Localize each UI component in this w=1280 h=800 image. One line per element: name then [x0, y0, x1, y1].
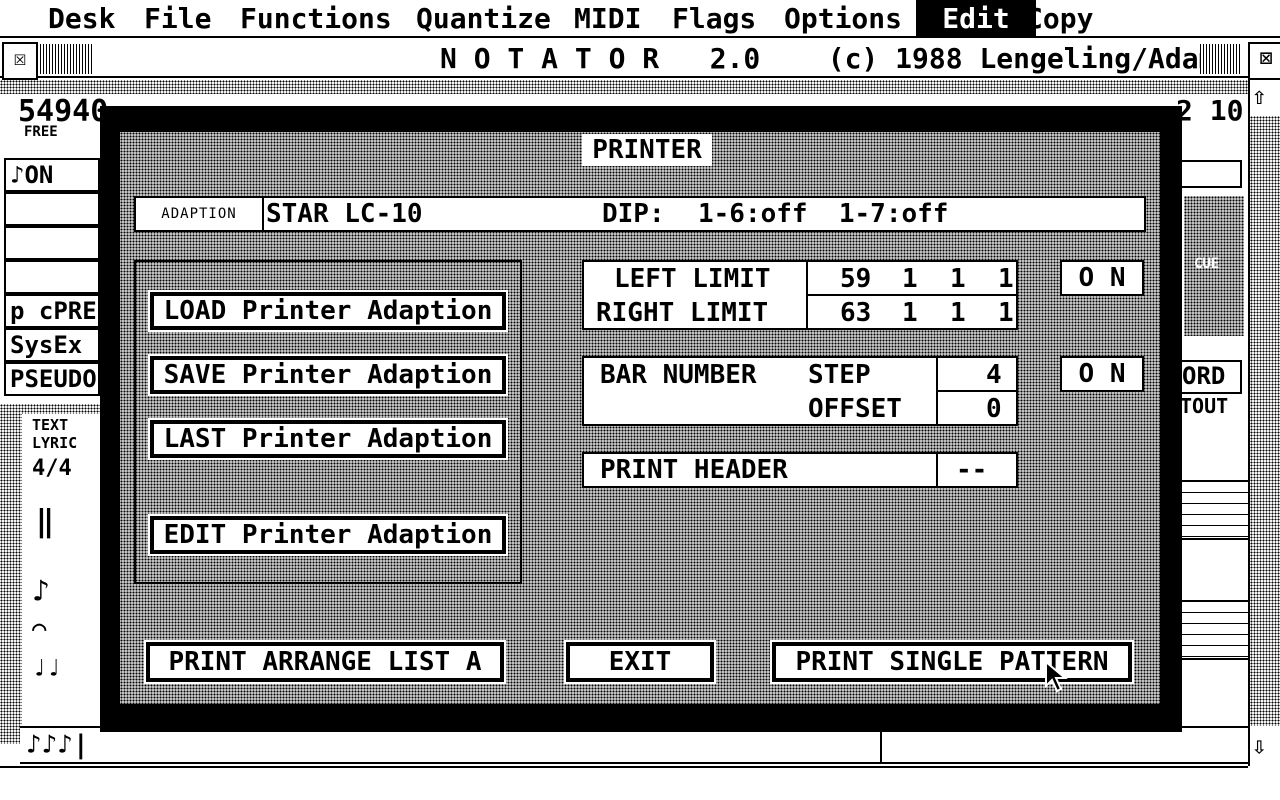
print-header-box: PRINT HEADER -- — [582, 452, 1018, 488]
right-limit-bar[interactable]: 63 — [840, 296, 871, 330]
menu-quantize[interactable]: Quantize — [408, 0, 559, 38]
vertical-scrollbar[interactable]: ⇧ ⇩ — [1248, 80, 1280, 766]
staff-lines — [1180, 600, 1248, 660]
last-printer-adaption-button[interactable]: LAST Printer Adaption — [148, 418, 508, 460]
free-label: FREE — [24, 124, 58, 140]
note-symbol-icon[interactable]: ♪ — [32, 574, 50, 609]
save-printer-adaption-button[interactable]: SAVE Printer Adaption — [148, 354, 508, 396]
menu-file[interactable]: File — [136, 0, 219, 38]
staff-lines — [1180, 480, 1248, 540]
title-bar-pattern — [40, 44, 92, 74]
dip-values: 1-6:off 1-7:off — [698, 199, 949, 229]
mouse-pointer-icon — [1045, 660, 1068, 693]
title-bar-pattern-right — [1200, 44, 1242, 74]
scroll-down-icon[interactable]: ⇩ — [1252, 732, 1266, 760]
step-value[interactable]: 4 — [986, 358, 1002, 392]
event-type-list: ♪ON PROGRA CONTRO PITCH p cPRE SysEx PSE… — [4, 158, 100, 398]
print-single-pattern-button[interactable]: PRINT SINGLE PATTERN — [770, 640, 1134, 684]
dialog-title: PRINTER — [582, 134, 712, 166]
bar-number-label: BAR NUMBER — [600, 360, 757, 390]
adaption-row: ADAPTION STAR LC-10 DIP: 1-6:off 1-7:off — [134, 196, 1146, 232]
offset-value[interactable]: 0 — [986, 392, 1002, 426]
right-panel: 2 10 TCH CUE ORD TOUT — [1176, 80, 1248, 720]
event-item[interactable]: p cPRE — [4, 294, 100, 328]
right-limit-label: RIGHT LIMIT — [596, 298, 769, 328]
fermata-icon[interactable]: ⌒ — [32, 614, 46, 642]
fullscreen-icon[interactable]: ⊠ — [1248, 42, 1280, 80]
window-title: N O T A T O R 2.0 (c) 1988 Lengeling/Ada… — [440, 42, 1216, 75]
divider — [936, 390, 1016, 392]
event-item[interactable]: ♪ON — [4, 158, 100, 192]
divider — [936, 454, 938, 486]
load-printer-adaption-button[interactable]: LOAD Printer Adaption — [148, 290, 508, 332]
bar-number-box: BAR NUMBER STEP OFFSET 4 0 — [582, 356, 1018, 426]
print-arrange-list-button[interactable]: PRINT ARRANGE LIST A — [144, 640, 506, 684]
dip-label: DIP: — [602, 199, 665, 229]
event-item[interactable]: PSEUDO — [4, 362, 100, 396]
repeat-bar-icon[interactable]: ‖ — [36, 504, 54, 539]
print-header-value[interactable]: -- — [956, 454, 987, 486]
event-item[interactable]: CONTRO — [4, 226, 100, 260]
adaption-value[interactable]: STAR LC-10 — [266, 198, 423, 230]
step-label: STEP — [808, 360, 871, 390]
time-signature[interactable]: 4/4 — [32, 456, 72, 481]
menu-bar: Desk File Functions Quantize MIDI Flags … — [0, 0, 1280, 38]
background-toolbar — [0, 80, 1248, 94]
limits-on-toggle[interactable]: O N — [1060, 260, 1144, 296]
left-limit-beat[interactable]: 1 — [902, 262, 918, 296]
menu-copy[interactable]: Copy — [1018, 0, 1101, 38]
bar-number-on-toggle[interactable]: O N — [1060, 356, 1144, 392]
menu-desk[interactable]: Desk — [40, 0, 123, 38]
close-icon[interactable]: ☒ — [2, 42, 38, 80]
exit-button[interactable]: EXIT — [564, 640, 716, 684]
divider — [880, 728, 882, 764]
text-label: TEXT — [32, 416, 69, 434]
offset-label: OFFSET — [808, 394, 902, 424]
horizontal-scrollbar-line — [0, 766, 1248, 768]
event-item[interactable]: PITCH — [4, 260, 100, 294]
note-heads-icon[interactable]: ♩♩ — [32, 654, 61, 682]
lyric-label: LYRIC — [32, 434, 78, 452]
background-right-item[interactable]: TCH — [1180, 160, 1242, 188]
scrollbar-track[interactable] — [1250, 116, 1280, 726]
adaption-label: ADAPTION — [136, 198, 264, 230]
note-tool-icons[interactable]: ♪♪♪| — [26, 730, 89, 760]
right-limit-tick[interactable]: 1 — [998, 296, 1014, 330]
position-value: 2 10 — [1176, 94, 1244, 127]
left-limit-tick[interactable]: 1 — [998, 262, 1014, 296]
menu-options[interactable]: Options — [776, 0, 910, 38]
edit-printer-adaption-button[interactable]: EDIT Printer Adaption — [148, 514, 508, 556]
menu-functions[interactable]: Functions — [232, 0, 400, 38]
left-limit-label: LEFT LIMIT — [614, 264, 771, 294]
window-title-bar: ☒ N O T A T O R 2.0 (c) 1988 Lengeling/A… — [0, 40, 1280, 80]
cue-label: CUE — [1194, 256, 1220, 272]
right-limit-beat[interactable]: 1 — [902, 296, 918, 330]
limits-box: LEFT LIMIT RIGHT LIMIT 59 1 1 1 63 1 1 1 — [582, 260, 1018, 330]
menu-midi[interactable]: MIDI — [566, 0, 649, 38]
print-header-label: PRINT HEADER — [600, 455, 788, 485]
event-item[interactable]: PROGRA — [4, 192, 100, 226]
left-limit-division[interactable]: 1 — [950, 262, 966, 296]
symbol-palette: TEXT LYRIC 4/4 ‖ ♪ ⌒ ♩♩ — [22, 414, 100, 734]
left-limit-bar[interactable]: 59 — [840, 262, 871, 296]
right-limit-division[interactable]: 1 — [950, 296, 966, 330]
tout-label: TOUT — [1180, 394, 1229, 418]
event-item[interactable]: SysEx — [4, 328, 100, 362]
background-right-item[interactable]: ORD — [1180, 360, 1242, 394]
scroll-up-icon[interactable]: ⇧ — [1252, 82, 1266, 110]
menu-flags[interactable]: Flags — [664, 0, 764, 38]
